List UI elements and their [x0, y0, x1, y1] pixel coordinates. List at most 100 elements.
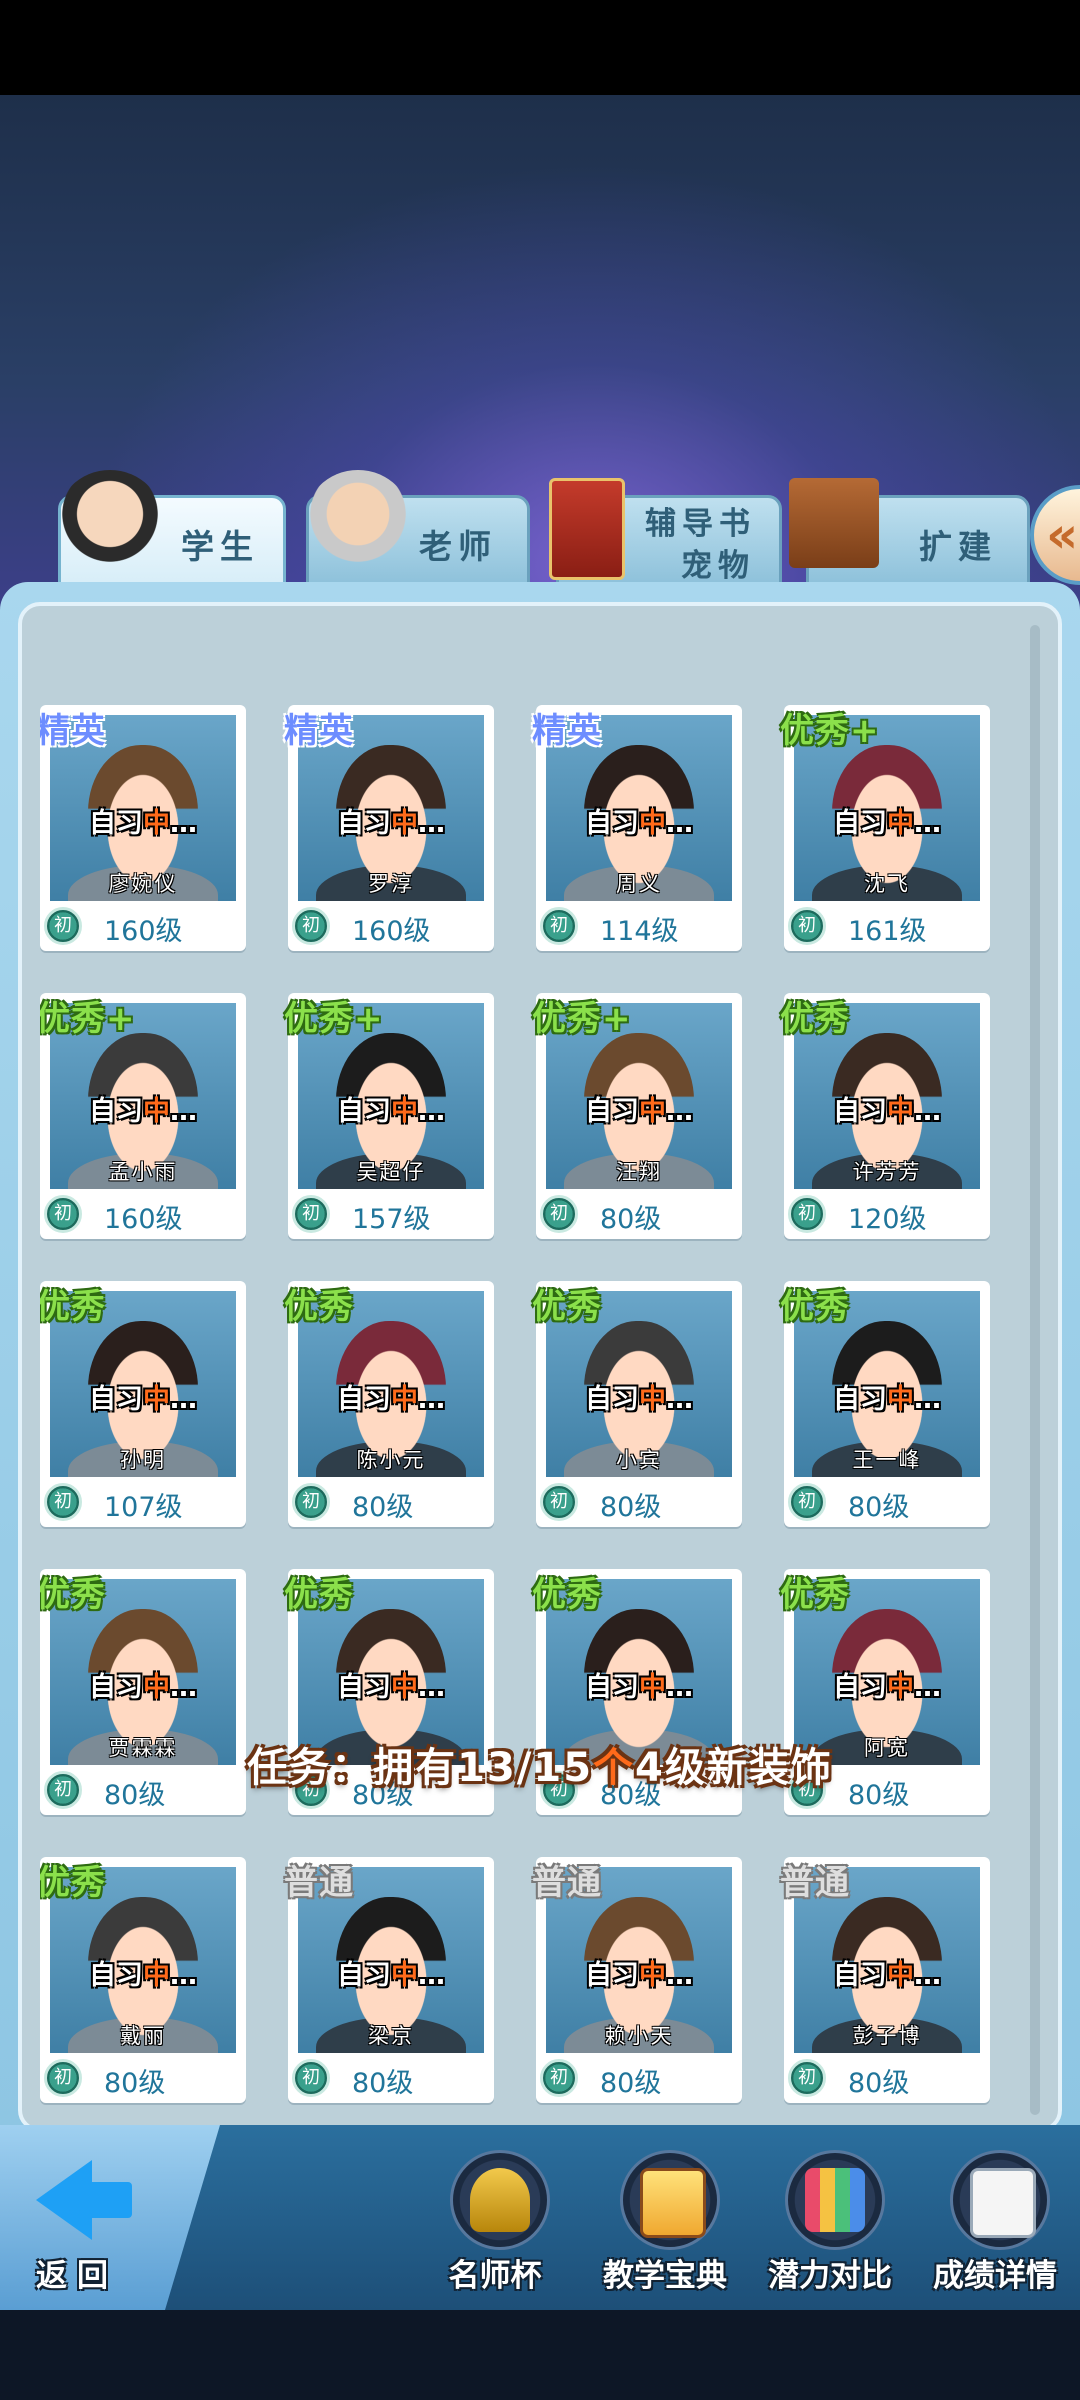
- study-status: 自习中…: [546, 1665, 732, 1704]
- status-mid: 中: [639, 1384, 666, 1415]
- button-label: 潜力对比: [768, 2258, 892, 2294]
- status-suffix: …: [666, 1960, 693, 1991]
- grade-badge-icon: 初: [540, 2059, 578, 2097]
- tab-label: 老师: [419, 527, 497, 566]
- rank-label: 优秀: [780, 1287, 850, 1327]
- tutor-book-icon: [549, 478, 625, 580]
- status-mid: 中: [391, 808, 418, 839]
- status-prefix: 自习: [833, 1960, 887, 1991]
- status-prefix: 自习: [89, 1672, 143, 1703]
- grade-badge-icon: 初: [44, 2059, 82, 2097]
- status-prefix: 自习: [337, 1384, 391, 1415]
- grade-badge-icon: 初: [44, 1195, 82, 1233]
- scrollbar[interactable]: [1030, 625, 1040, 2115]
- student-name: 陈小元: [356, 1448, 426, 1472]
- student-card[interactable]: 自习中… 汪翔 优秀+ 初 80级: [532, 993, 742, 1239]
- study-status: 自习中…: [546, 1953, 732, 1992]
- category-tabs: 学生 老师 辅导书 宠物 扩建: [0, 465, 1080, 585]
- status-prefix: 自习: [833, 1672, 887, 1703]
- student-card[interactable]: 自习中… 梁京 普通初 80级: [284, 1857, 494, 2103]
- student-card[interactable]: 自习中… 小宾 优秀初 80级: [532, 1281, 742, 1527]
- rank-label: 优秀: [532, 1287, 602, 1327]
- teaching-guide-button[interactable]: 教学宝典: [590, 2150, 740, 2294]
- student-name: 戴丽: [120, 2024, 166, 2048]
- tab-expand[interactable]: 扩建: [789, 478, 1030, 585]
- student-card[interactable]: 自习中… 王一峰 优秀初 80级: [780, 1281, 990, 1527]
- tab-students[interactable]: 学生: [55, 470, 286, 585]
- potential-compare-button[interactable]: 潜力对比: [755, 2150, 905, 2294]
- grade-badge-icon: 初: [788, 1195, 826, 1233]
- student-card[interactable]: 自习中… 彭子博 普通初 80级: [780, 1857, 990, 2103]
- student-card[interactable]: 自习中… 周义 精英初 114级: [532, 705, 742, 951]
- tab-teachers[interactable]: 老师: [303, 470, 530, 585]
- tab-label: 辅导书: [645, 506, 756, 542]
- student-level: 160级: [352, 916, 431, 947]
- student-name: 罗淳: [368, 872, 414, 896]
- study-status: 自习中…: [50, 1665, 236, 1704]
- student-card[interactable]: 自习中… 孟小雨 优秀+ 初 160级: [40, 993, 246, 1239]
- back-label: 返回: [36, 2258, 118, 2294]
- rank-label: 普通: [284, 1863, 354, 1903]
- status-mid: 中: [143, 1672, 170, 1703]
- book-icon: [640, 2168, 706, 2238]
- famous-teacher-cup-button[interactable]: 名师杯: [420, 2150, 570, 2294]
- back-button[interactable]: 返回: [20, 2150, 140, 2294]
- student-card[interactable]: 自习中… 沈飞 优秀+ 初 161级: [780, 705, 990, 951]
- grade-badge-icon: 初: [788, 907, 826, 945]
- clipboard-icon: [970, 2168, 1036, 2238]
- status-mid: 中: [887, 1096, 914, 1127]
- student-level: 161级: [848, 916, 927, 947]
- student-avatar-icon: [55, 470, 165, 580]
- status-suffix: …: [170, 1384, 197, 1415]
- student-level: 160级: [104, 916, 183, 947]
- status-suffix: …: [914, 808, 941, 839]
- grade-badge-icon: 初: [788, 2059, 826, 2097]
- status-prefix: 自习: [585, 1096, 639, 1127]
- status-prefix: 自习: [585, 1672, 639, 1703]
- status-prefix: 自习: [337, 1672, 391, 1703]
- status-suffix: …: [418, 808, 445, 839]
- grade-badge-icon: 初: [788, 1483, 826, 1521]
- student-card[interactable]: 自习中… 吴超仔 优秀+ 初 157级: [284, 993, 494, 1239]
- status-mid: 中: [639, 1960, 666, 1991]
- rank-label: 优秀: [780, 999, 850, 1039]
- back-arrow-icon: [36, 2160, 92, 2240]
- rank-label: 优秀: [284, 1287, 354, 1327]
- student-name: 许芳芳: [852, 1160, 922, 1184]
- status-prefix: 自习: [833, 1384, 887, 1415]
- student-card[interactable]: 自习中… 赖小天 普通初 80级: [532, 1857, 742, 2103]
- student-card[interactable]: 自习中… 罗淳 精英初 160级: [284, 705, 494, 951]
- study-status: 自习中…: [546, 1377, 732, 1416]
- student-name: 小宾: [616, 1448, 662, 1472]
- status-prefix: 自习: [585, 1384, 639, 1415]
- status-bar: [0, 0, 1080, 95]
- level-row: 初 80级: [540, 1481, 738, 1523]
- student-card[interactable]: 自习中… 孙明 优秀初 107级: [40, 1281, 246, 1527]
- status-suffix: …: [666, 1384, 693, 1415]
- rank-label: 优秀: [780, 1575, 850, 1615]
- grade-badge-icon: 初: [540, 907, 578, 945]
- status-prefix: 自习: [89, 1096, 143, 1127]
- tab-tutor-books-pets[interactable]: 辅导书 宠物: [549, 478, 782, 585]
- status-suffix: …: [914, 1960, 941, 1991]
- score-details-button[interactable]: 成绩详情: [920, 2150, 1070, 2294]
- status-prefix: 自习: [89, 808, 143, 839]
- student-card[interactable]: 自习中… 廖婉仪 精英初 160级: [40, 705, 246, 951]
- button-label: 名师杯: [448, 2258, 542, 2294]
- study-status: 自习中…: [546, 801, 732, 840]
- grade-badge-icon: 初: [292, 907, 330, 945]
- rank-label: 精英: [532, 711, 602, 751]
- status-mid: 中: [143, 1384, 170, 1415]
- status-suffix: …: [666, 808, 693, 839]
- student-card[interactable]: 自习中… 陈小元 优秀初 80级: [284, 1281, 494, 1527]
- status-suffix: …: [170, 808, 197, 839]
- rank-label: 精英: [284, 711, 354, 751]
- student-card[interactable]: 自习中… 戴丽 优秀初 80级: [40, 1857, 246, 2103]
- status-suffix: …: [914, 1384, 941, 1415]
- status-suffix: …: [418, 1384, 445, 1415]
- student-name: 吴超仔: [356, 1160, 426, 1184]
- rank-label: 优秀+: [284, 999, 384, 1039]
- student-card[interactable]: 自习中… 许芳芳 优秀初 120级: [780, 993, 990, 1239]
- status-prefix: 自习: [337, 1096, 391, 1127]
- student-level: 120级: [848, 1204, 927, 1235]
